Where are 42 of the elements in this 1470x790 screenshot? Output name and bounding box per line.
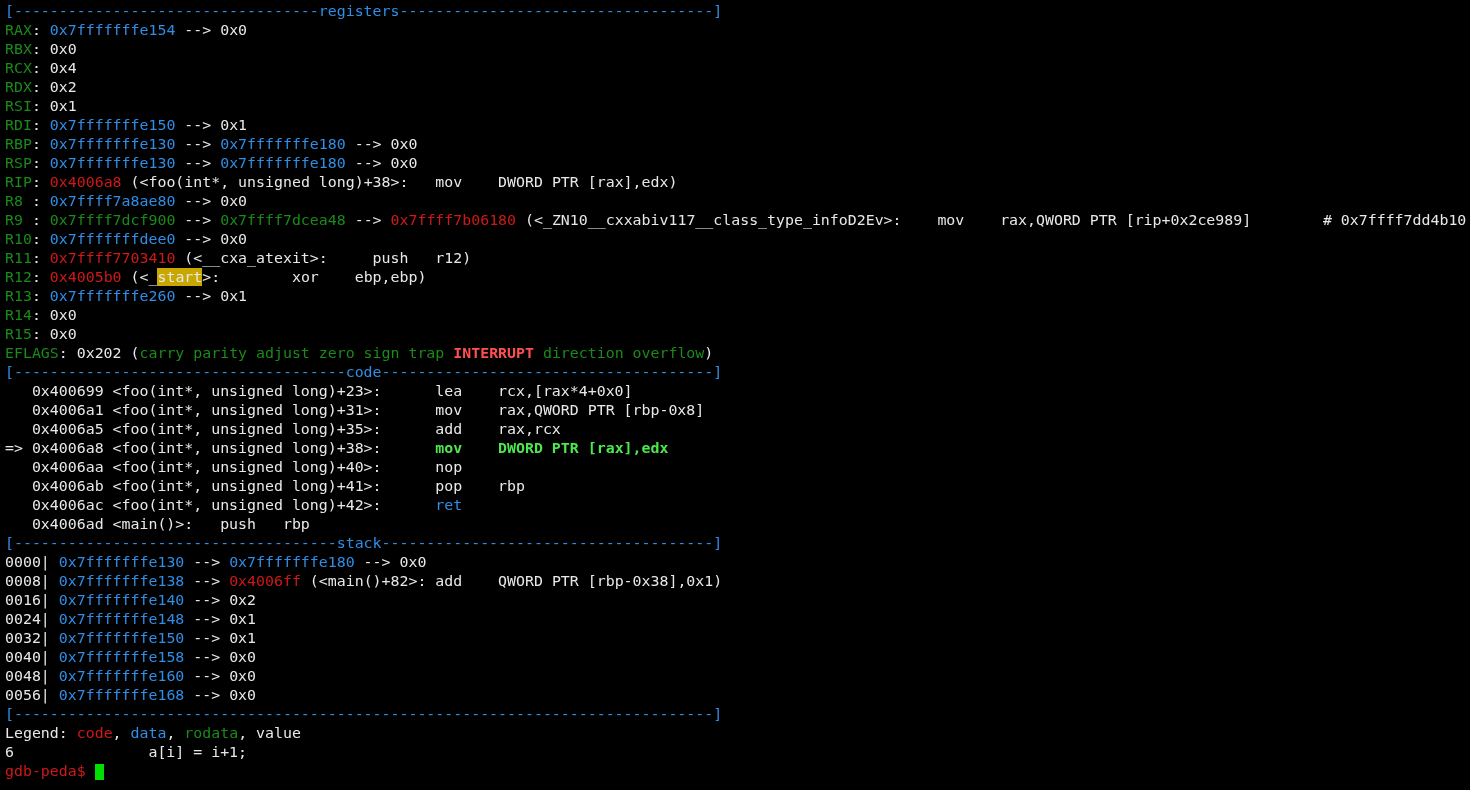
terminal-line: R14: 0x0 (5, 306, 77, 325)
terminal-line: 0016| 0x7fffffffe140 --> 0x2 (5, 591, 257, 610)
terminal-line: 0040| 0x7fffffffe158 --> 0x0 (5, 648, 257, 667)
terminal-line: RSP: 0x7fffffffe130 --> 0x7fffffffe180 --> 0x0 (5, 154, 418, 173)
terminal-line: RBP: 0x7fffffffe130 --> 0x7fffffffe180 --> 0x0 (5, 135, 418, 154)
terminal-line: RAX: 0x7fffffffe154 --> 0x0 (5, 21, 248, 40)
terminal-line: 0x4006ac <foo(int*, unsigned long)+42>: ret (30, 496, 463, 515)
terminal-line: [-------------------------------------code-------------------------------------] (5, 363, 723, 382)
terminal-line: R10: 0x7fffffffdee0 --> 0x0 (5, 230, 248, 249)
terminal-line: RIP: 0x4006a8 (<foo(int*, unsigned long)+38>: mov DWORD PTR [rax],edx) (5, 173, 678, 192)
terminal-line: 0032| 0x7fffffffe150 --> 0x1 (5, 629, 257, 648)
terminal-line: [----------------------------------registers-----------------------------------] (5, 2, 723, 21)
terminal-line: 0x4006aa <foo(int*, unsigned long)+40>: nop (30, 458, 463, 477)
cursor-icon (94, 763, 104, 780)
terminal-line: RBX: 0x0 (5, 40, 77, 59)
terminal-line: RSI: 0x1 (5, 97, 77, 116)
terminal-line: 0056| 0x7fffffffe168 --> 0x0 (5, 686, 257, 705)
terminal-line: RCX: 0x4 (5, 59, 77, 78)
terminal-line: 0024| 0x7fffffffe148 --> 0x1 (5, 610, 257, 629)
terminal-line: [------------------------------------------------------------------------------] (5, 705, 723, 724)
terminal-line: RDX: 0x2 (5, 78, 77, 97)
terminal-line: RDI: 0x7fffffffe150 --> 0x1 (5, 116, 248, 135)
terminal-line: 0048| 0x7fffffffe160 --> 0x0 (5, 667, 257, 686)
terminal-line: 0x4006a1 <foo(int*, unsigned long)+31>: mov rax,QWORD PTR [rbp-0x8] (30, 401, 705, 420)
terminal-line: R8 : 0x7ffff7a8ae80 --> 0x0 (5, 192, 248, 211)
terminal-line: R13: 0x7fffffffe260 --> 0x1 (5, 287, 248, 306)
terminal-line: 6 a[i] = i+1; (5, 743, 248, 762)
terminal-line: [------------------------------------stack-------------------------------------] (5, 534, 723, 553)
prompt: gdb-peda$ (5, 762, 86, 781)
terminal-line: 0x400699 <foo(int*, unsigned long)+23>: lea rcx,[rax*4+0x0] (30, 382, 633, 401)
terminal-line: R12: 0x4005b0 (<_start>: xor ebp,ebp) (5, 268, 427, 287)
terminal-line: R11: 0x7ffff7703410 (<__cxa_atexit>: push r12) (5, 249, 472, 268)
terminal-line: 0x4006ab <foo(int*, unsigned long)+41>: pop rbp (30, 477, 525, 496)
terminal-line: => 0x4006a8 <foo(int*, unsigned long)+38>: mov DWORD PTR [rax],edx (5, 439, 669, 458)
terminal-line: 0x4006ad <main()>: push rbp (30, 515, 310, 534)
terminal-line: Legend: code, data, rodata, value (5, 724, 301, 743)
terminal-line: EFLAGS: 0x202 (carry parity adjust zero sign trap INTERRUPT direction overflow) (5, 344, 714, 363)
terminal-line: 0x4006a5 <foo(int*, unsigned long)+35>: add rax,rcx (30, 420, 561, 439)
terminal-line: R9 : 0x7ffff7dcf900 --> 0x7ffff7dcea48 --> 0x7ffff7b06180 (<_ZN10__cxxabiv117__class_type_infoD2Ev>: mov rax,QWORD PTR [rip+0x2ce989] # 0x7ffff7dd4b10 (5, 211, 1467, 230)
terminal-line: R15: 0x0 (5, 325, 77, 344)
terminal-line: 0000| 0x7fffffffe130 --> 0x7fffffffe180 --> 0x0 (5, 553, 427, 572)
terminal-line: 0008| 0x7fffffffe138 --> 0x4006ff (<main()+82>: add QWORD PTR [rbp-0x38],0x1) (5, 572, 723, 591)
